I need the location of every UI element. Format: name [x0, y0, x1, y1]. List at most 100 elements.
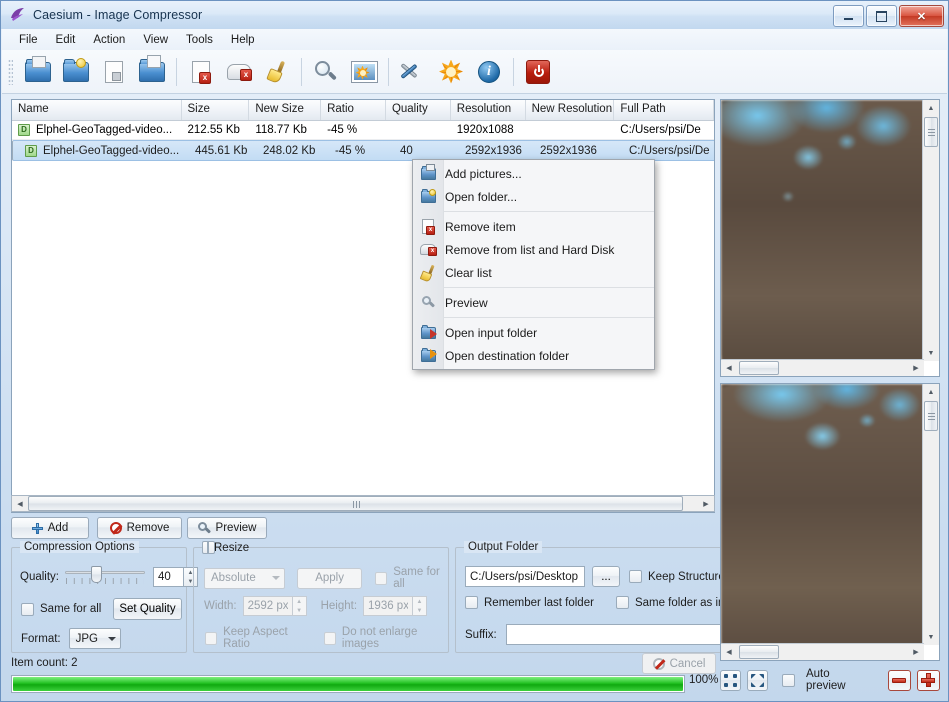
toolbar-remove-from-disk-button[interactable]: x [220, 53, 258, 91]
height-stepper[interactable]: ▲ ▼ [363, 596, 428, 616]
column-header-new-resolution[interactable]: New Resolution [526, 100, 615, 120]
zoom-in-button[interactable] [916, 669, 940, 691]
resize-checkbox[interactable] [207, 541, 209, 554]
column-header-new-size[interactable]: New Size [249, 100, 322, 120]
auto-preview-checkbox[interactable] [782, 673, 795, 687]
toolbar-grip[interactable] [8, 58, 13, 85]
context-menu-item-remove-item[interactable]: x Remove item [413, 215, 654, 238]
menu-view[interactable]: View [134, 32, 177, 48]
scroll-left-arrow-icon[interactable]: ◀ [721, 361, 737, 376]
column-header-ratio[interactable]: Ratio [321, 100, 386, 120]
column-header-size[interactable]: Size [182, 100, 250, 120]
remove-button[interactable]: Remove [97, 517, 182, 539]
file-list-horizontal-scrollbar[interactable]: ◀ ▶ [11, 495, 715, 512]
remember-last-folder-checkbox[interactable] [465, 596, 478, 609]
column-header-name[interactable]: Name [12, 100, 182, 120]
set-quality-button[interactable]: Set Quality [113, 598, 182, 620]
menu-file[interactable]: File [10, 32, 47, 48]
browse-output-folder-button[interactable]: ... [592, 566, 620, 587]
resize-mode-select[interactable]: Absolute [204, 567, 285, 589]
scrollbar-thumb[interactable] [924, 117, 938, 147]
fit-grid-button[interactable] [720, 669, 742, 691]
suffix-input[interactable] [505, 624, 731, 645]
context-menu-item-open-input-folder[interactable]: Open input folder [413, 321, 654, 344]
width-stepper[interactable]: ▲ ▼ [242, 596, 307, 616]
height-input[interactable] [363, 596, 413, 616]
spin-up-icon[interactable]: ▲ [293, 597, 306, 606]
scroll-down-arrow-icon[interactable]: ▼ [923, 345, 939, 361]
original-preview-panel[interactable]: ▲ ▼ ◀ ▶ [720, 99, 940, 377]
output-path-input[interactable] [465, 566, 585, 587]
context-menu-item-preview[interactable]: Preview [413, 291, 654, 314]
spin-up-icon[interactable]: ▲ [413, 597, 426, 606]
resize-same-for-all-checkbox[interactable] [375, 571, 388, 585]
scroll-up-arrow-icon[interactable]: ▲ [923, 100, 939, 116]
maximize-button[interactable] [866, 5, 897, 27]
context-menu-item-add-pictures[interactable]: Add pictures... [413, 162, 654, 185]
zoom-out-button[interactable] [887, 669, 911, 691]
menu-help[interactable]: Help [222, 32, 264, 48]
scroll-right-arrow-icon[interactable]: ▶ [698, 496, 714, 511]
close-button[interactable]: ✕ [899, 5, 944, 27]
minimize-button[interactable] [833, 5, 864, 27]
scrollbar-thumb[interactable] [924, 401, 938, 431]
context-menu-item-open-folder[interactable]: Open folder... [413, 185, 654, 208]
preview-vertical-scrollbar-bottom[interactable]: ▲ ▼ [922, 384, 939, 645]
keep-structure-checkbox[interactable] [629, 570, 642, 583]
context-menu-item-clear-list[interactable]: Clear list [413, 261, 654, 284]
toolbar-exit-button[interactable] [519, 53, 557, 91]
scroll-left-arrow-icon[interactable]: ◀ [12, 496, 28, 511]
table-row[interactable]: D Elphel-GeoTagged-video... 445.61 Kb 24… [12, 140, 714, 161]
column-header-resolution[interactable]: Resolution [451, 100, 526, 120]
same-folder-as-input-checkbox[interactable] [615, 596, 629, 609]
toolbar-remove-item-button[interactable]: x [182, 53, 220, 91]
toolbar-add-pictures-button[interactable] [19, 53, 57, 91]
scroll-down-arrow-icon[interactable]: ▼ [923, 629, 939, 645]
quality-input[interactable] [153, 567, 183, 587]
preview-horizontal-scrollbar-top[interactable]: ◀ ▶ [721, 359, 924, 376]
scroll-up-arrow-icon[interactable]: ▲ [923, 384, 939, 400]
resize-apply-button[interactable]: Apply [296, 567, 363, 589]
preview-vertical-scrollbar-top[interactable]: ▲ ▼ [922, 100, 939, 361]
preview-button[interactable]: Preview [187, 517, 267, 539]
scroll-right-arrow-icon[interactable]: ▶ [908, 645, 924, 660]
width-input[interactable] [242, 596, 292, 616]
preview-horizontal-scrollbar-bottom[interactable]: ◀ ▶ [721, 643, 924, 660]
scrollbar-thumb[interactable] [739, 361, 779, 375]
width-spin-buttons[interactable]: ▲ ▼ [291, 596, 307, 616]
cancel-button[interactable]: Cancel [642, 653, 716, 674]
toolbar-compress-button[interactable] [345, 53, 383, 91]
toolbar-settings-button[interactable] [432, 53, 470, 91]
toolbar-clear-list-button[interactable] [258, 53, 296, 91]
height-spin-buttons[interactable]: ▲ ▼ [412, 596, 428, 616]
toolbar-preview-button[interactable] [307, 53, 345, 91]
context-menu-item-remove-from-disk[interactable]: x Remove from list and Hard Disk [413, 238, 654, 261]
same-for-all-quality-checkbox[interactable] [21, 602, 34, 616]
spin-down-icon[interactable]: ▼ [413, 606, 426, 615]
scroll-right-arrow-icon[interactable]: ▶ [908, 361, 924, 376]
quality-stepper[interactable]: ▲ ▼ [153, 567, 198, 587]
scroll-left-arrow-icon[interactable]: ◀ [721, 645, 737, 660]
toolbar-load-list-button[interactable] [133, 53, 171, 91]
fit-expand-button[interactable] [747, 669, 769, 691]
context-menu[interactable]: Add pictures... Open folder... x Remove … [412, 159, 655, 370]
column-header-full-path[interactable]: Full Path [614, 100, 714, 120]
menu-action[interactable]: Action [84, 32, 134, 48]
menu-edit[interactable]: Edit [47, 32, 85, 48]
menu-tools[interactable]: Tools [177, 32, 222, 48]
spin-down-icon[interactable]: ▼ [293, 606, 306, 615]
scrollbar-thumb[interactable] [739, 645, 779, 659]
table-row[interactable]: D Elphel-GeoTagged-video... 212.55 Kb 11… [12, 121, 714, 140]
add-button[interactable]: Add [11, 517, 89, 539]
slider-thumb[interactable] [91, 566, 102, 583]
do-not-enlarge-checkbox[interactable] [323, 631, 336, 645]
scrollbar-thumb[interactable] [28, 496, 683, 511]
context-menu-item-open-destination-folder[interactable]: Open destination folder [413, 344, 654, 367]
scrollbar-track[interactable] [28, 496, 698, 511]
format-select[interactable]: JPG [68, 628, 121, 649]
toolbar-open-folder-button[interactable] [57, 53, 95, 91]
keep-aspect-ratio-checkbox[interactable] [205, 631, 218, 645]
quality-slider[interactable] [65, 566, 145, 588]
toolbar-info-button[interactable]: i [470, 53, 508, 91]
compressed-preview-panel[interactable]: ▲ ▼ ◀ ▶ [720, 383, 940, 661]
